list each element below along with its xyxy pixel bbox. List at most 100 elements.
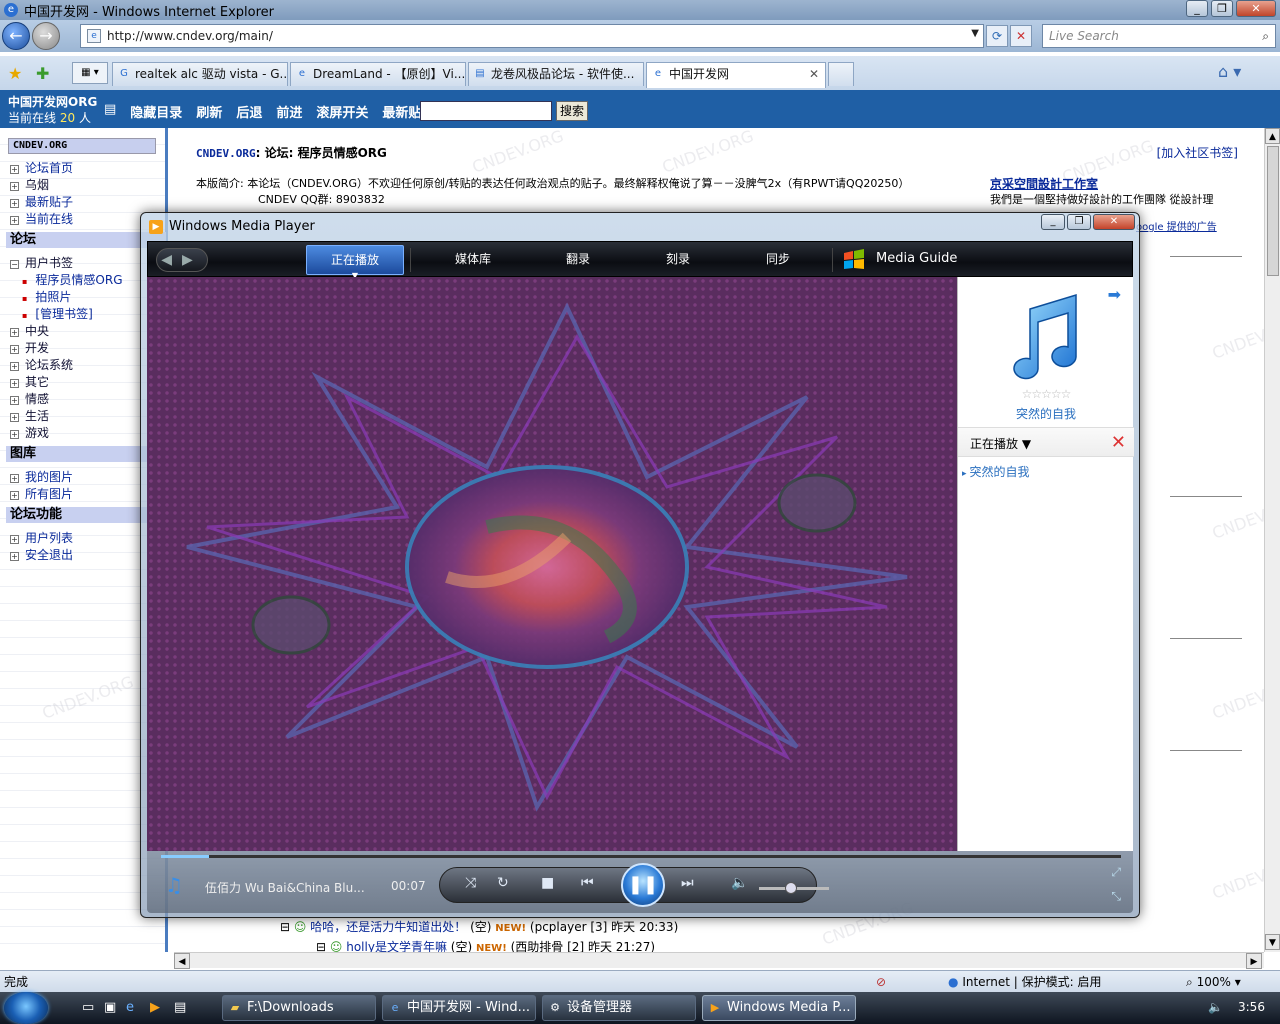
quick-tabs-button[interactable]: ▦ ▾ — [72, 62, 108, 84]
repeat-icon[interactable]: ↻ — [497, 875, 509, 891]
taskbar-ie[interactable]: e 中国开发网 - Wind... — [382, 995, 536, 1021]
ad-title[interactable]: 京采空間設計工作室 — [990, 176, 1250, 192]
forward-button[interactable]: → — [32, 22, 60, 50]
sidebar-item-logout[interactable]: + 安全退出 — [10, 546, 73, 563]
wmp-close-button[interactable]: ✕ — [1093, 214, 1135, 230]
clock[interactable]: 3:56 — [1238, 1000, 1265, 1014]
menu-refresh[interactable]: 刷新 — [196, 102, 222, 121]
close-button[interactable]: ✕ — [1236, 0, 1276, 17]
switch-to-skin-icon[interactable]: ⤡ — [1111, 889, 1121, 904]
popup-blocked-icon[interactable]: ⊘ — [876, 971, 886, 993]
wmp-maximize-button[interactable]: ❐ — [1067, 214, 1091, 230]
wmp-minimize-button[interactable]: _ — [1041, 214, 1065, 230]
arrow-right-icon[interactable]: ➡ — [1108, 285, 1121, 304]
tab-burn[interactable]: 刻录 — [628, 245, 728, 275]
sidebar-item-games[interactable]: + 游戏 — [10, 424, 49, 441]
menu-scroll-toggle[interactable]: 滚屏开关 — [316, 102, 368, 121]
post-user[interactable]: (pcplayer — [530, 920, 587, 934]
previous-icon[interactable]: ⏮ — [581, 875, 594, 891]
tab-rip[interactable]: 翻录 — [528, 245, 628, 275]
bookmark-item[interactable]: 拍照片 — [22, 288, 71, 305]
start-button[interactable] — [4, 992, 48, 1024]
new-tab-button[interactable] — [828, 62, 854, 86]
sidebar-item-online[interactable]: + 当前在线 — [10, 210, 73, 227]
album-title[interactable]: 突然的自我 — [958, 405, 1134, 422]
sidebar-item-central[interactable]: + 中央 — [10, 322, 49, 339]
volume-slider[interactable] — [759, 882, 829, 894]
bookmark-item[interactable]: 程序员情感ORG — [22, 271, 122, 288]
menu-forward[interactable]: 前进 — [276, 102, 302, 121]
playlist-item[interactable]: 突然的自我 — [962, 463, 1030, 480]
volume-knob[interactable] — [784, 882, 797, 894]
post-title[interactable]: holly是文学青年嘛 — [346, 940, 447, 952]
tab-realtek[interactable]: G realtek alc 驱动 vista - G... — [112, 62, 288, 86]
zoom-level[interactable]: ⌕ 100% ▾ — [1186, 971, 1241, 993]
stop-button[interactable]: ✕ — [1010, 25, 1032, 47]
vertical-scrollbar[interactable]: ▲ ▼ — [1264, 128, 1280, 952]
sidebar-item-system[interactable]: + 论坛系统 — [10, 356, 73, 373]
show-desktop-icon[interactable]: ▭ — [82, 1000, 94, 1015]
tab-sync[interactable]: 同步 — [728, 245, 828, 275]
taskbar-downloads[interactable]: ▰ F:\Downloads — [222, 995, 376, 1021]
scroll-right-icon[interactable]: ▶ — [1246, 953, 1262, 969]
ad-google-link[interactable]: oogle 提供的广告 — [1136, 220, 1217, 236]
breadcrumb-forum[interactable]: 论坛 — [265, 146, 289, 160]
sidebar-item-user-list[interactable]: + 用户列表 — [10, 529, 73, 546]
clear-list-icon[interactable]: ✕ — [1111, 432, 1126, 453]
horizontal-scrollbar[interactable]: ◀ ▶ — [174, 952, 1264, 969]
shuffle-icon[interactable]: ⤨ — [465, 875, 476, 891]
breadcrumb-org[interactable]: CNDEV.ORG — [196, 147, 256, 160]
post-user[interactable]: (西助排骨 — [511, 940, 564, 952]
tab-cndev[interactable]: e 中国开发网 ✕ — [646, 62, 826, 88]
forum-search-input[interactable] — [420, 101, 552, 121]
sidebar-item-all-pictures[interactable]: + 所有图片 — [10, 485, 73, 502]
minimize-button[interactable]: _ — [1186, 0, 1208, 17]
chevron-down-icon[interactable]: ▼ — [971, 28, 979, 39]
next-icon[interactable]: ⏭ — [681, 875, 694, 891]
tab-longjuanfeng[interactable]: ▤ 龙卷风极品论坛 - 软件使... — [468, 62, 644, 86]
post-title[interactable]: 哈哈，还是活力牛知道出处！ — [310, 920, 466, 934]
tab-dreamland[interactable]: e DreamLand - 【原创】Vi... — [290, 62, 466, 86]
fullscreen-icon[interactable]: ⤢ — [1111, 865, 1121, 880]
taskbar-wmp[interactable]: ▶ Windows Media P... — [702, 995, 856, 1021]
sidebar-item-my-pictures[interactable]: + 我的图片 — [10, 468, 73, 485]
sidebar-item-home[interactable]: + 论坛首页 — [10, 159, 73, 176]
back-button[interactable]: ← — [2, 22, 30, 50]
favorites-star-icon[interactable]: ★ — [8, 64, 22, 83]
visualization[interactable] — [147, 277, 957, 851]
tab-media-guide[interactable]: Media Guide — [876, 245, 986, 275]
quicklaunch-icon[interactable]: ▤ — [174, 1000, 186, 1015]
close-tab-icon[interactable]: ✕ — [809, 63, 819, 85]
post-row[interactable]: ⊟ ☺ 哈哈，还是活力牛知道出处！ (空) NEW! (pcplayer [3]… — [280, 918, 678, 938]
refresh-button[interactable]: ⟳ — [986, 25, 1008, 47]
pause-button[interactable]: ❚❚ — [621, 863, 665, 907]
ie-icon[interactable]: e — [126, 1000, 134, 1015]
add-bookmark-link[interactable]: [加入社区书签] — [1157, 144, 1238, 161]
security-zone[interactable]: ● Internet | 保护模式: 启用 — [948, 971, 1102, 993]
sidebar-item-other[interactable]: + 其它 — [10, 373, 49, 390]
stop-icon[interactable]: ■ — [541, 875, 554, 891]
maximize-button[interactable]: ❐ — [1211, 0, 1233, 17]
wmp-icon[interactable]: ▶ — [150, 1000, 160, 1015]
scroll-thumb[interactable] — [1267, 146, 1279, 276]
volume-icon[interactable]: 🔈 — [1208, 1000, 1223, 1014]
tab-now-playing[interactable]: 正在播放 ▼ — [306, 245, 404, 280]
bookmark-item[interactable]: [管理书签] — [22, 305, 92, 322]
sidebar-item-wuyan[interactable]: + 乌烟 — [10, 176, 49, 193]
menu-back[interactable]: 后退 — [236, 102, 262, 121]
address-bar[interactable]: e http://www.cndev.org/main/ ▼ — [80, 24, 984, 48]
wmp-back-forward[interactable]: ◀▶ — [156, 248, 208, 272]
search-icon[interactable]: ⌕ — [1262, 25, 1269, 47]
scroll-left-icon[interactable]: ◀ — [174, 953, 190, 969]
sidebar-item-dev[interactable]: + 开发 — [10, 339, 49, 356]
seek-bar[interactable] — [161, 855, 1121, 858]
scroll-up-icon[interactable]: ▲ — [1265, 128, 1280, 144]
post-row[interactable]: ⊟ ☺ holly是文学青年嘛 (空) NEW! (西助排骨 [2] 昨天 21… — [280, 938, 678, 952]
sidebar-item-life[interactable]: + 生活 — [10, 407, 49, 424]
sidebar-item-bookmarks[interactable]: − 用户书签 — [10, 254, 73, 271]
home-icon[interactable]: ⌂ ▾ — [1218, 62, 1241, 81]
switch-windows-icon[interactable]: ▣ — [104, 1000, 116, 1015]
mute-icon[interactable]: 🔈 — [731, 875, 748, 891]
rating-stars[interactable]: ☆☆☆☆☆ — [958, 387, 1134, 401]
menu-hide-dir[interactable]: 隐藏目录 — [130, 102, 182, 121]
